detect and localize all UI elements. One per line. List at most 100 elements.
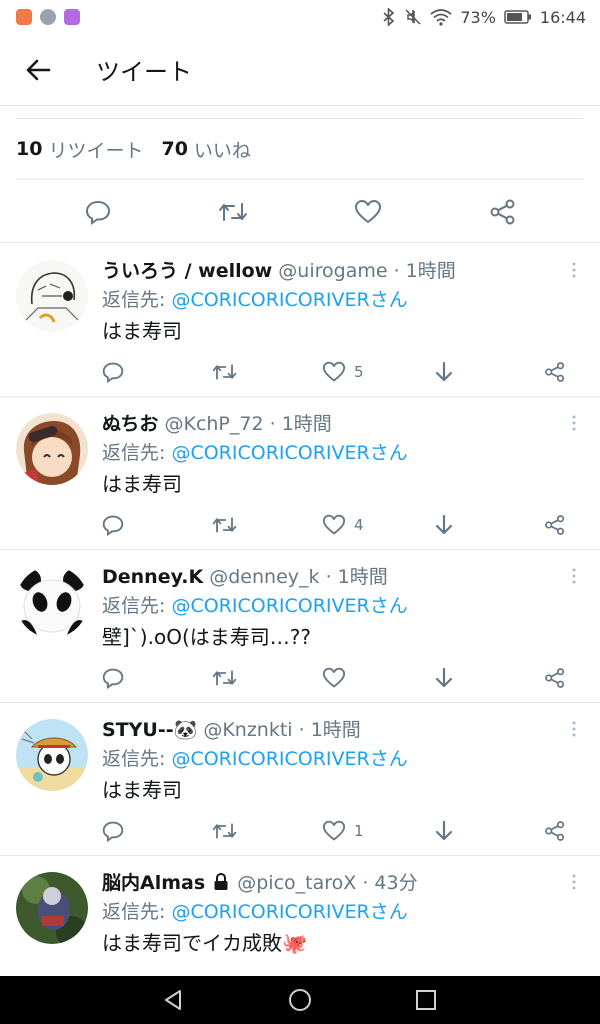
reply-to-mention[interactable]: @CORICORICORIVERさん <box>171 901 407 923</box>
retweet-button[interactable] <box>212 358 237 386</box>
timestamp: · 1時間 <box>325 566 388 588</box>
retweet-button[interactable] <box>212 511 237 539</box>
share-icon <box>545 362 565 382</box>
reply-to-line: 返信先: @CORICORICORIVERさん <box>102 745 564 773</box>
notification-icons <box>16 9 80 25</box>
download-button[interactable] <box>434 664 454 692</box>
more-options-button[interactable] <box>564 566 584 586</box>
retweet-button[interactable] <box>212 664 237 692</box>
avatar[interactable] <box>16 260 88 332</box>
heart-icon <box>322 361 346 382</box>
reply-button[interactable] <box>102 664 124 692</box>
reply-item[interactable]: ういろう / wellow @uirogame · 1時間 返信先: @CORI… <box>0 244 600 397</box>
like-stat[interactable]: 70 いいね <box>161 136 250 163</box>
reply-button[interactable] <box>76 190 120 234</box>
display-name[interactable]: 脳内Almas <box>102 872 205 894</box>
user-handle: @Knznkti <box>203 719 293 741</box>
nav-recents-button[interactable] <box>406 980 446 1020</box>
more-options-button[interactable] <box>564 719 584 739</box>
photo-app-icon <box>40 9 56 25</box>
avatar[interactable] <box>16 413 88 485</box>
retweet-button[interactable] <box>211 190 255 234</box>
display-name[interactable]: ぬちお <box>102 413 158 435</box>
download-button[interactable] <box>434 358 454 386</box>
battery-percent: 73% <box>460 7 496 27</box>
display-name[interactable]: ういろう / wellow <box>102 260 272 282</box>
user-handle: @uirogame <box>278 260 388 282</box>
reply-meta: STYU--🐼 @Knznkti · 1時間 <box>102 717 564 743</box>
reply-icon <box>102 515 124 536</box>
reply-to-line: 返信先: @CORICORICORIVERさん <box>102 439 564 467</box>
avatar-sketch-icon <box>16 260 88 332</box>
reply-to-line: 返信先: @CORICORICORIVERさん <box>102 286 564 314</box>
share-button[interactable] <box>544 511 566 539</box>
avatar-panda-icon <box>16 566 88 638</box>
like-button[interactable]: 5 <box>322 358 364 386</box>
clock: 16:44 <box>539 7 586 27</box>
reply-content: ぬちお @KchP_72 · 1時間 返信先: @CORICORICORIVER… <box>102 411 564 499</box>
retweet-label: リツイート <box>48 139 144 162</box>
reply-item[interactable]: 脳内Almas @pico_taroX · 43分 返信先: @CORICORI… <box>0 856 600 976</box>
timestamp: · 1時間 <box>298 719 361 741</box>
reply-content: STYU--🐼 @Knznkti · 1時間 返信先: @CORICORICOR… <box>102 717 564 805</box>
vertical-dots-icon <box>572 721 576 737</box>
reply-item[interactable]: STYU--🐼 @Knznkti · 1時間 返信先: @CORICORICOR… <box>0 703 600 856</box>
like-button[interactable] <box>322 664 354 692</box>
reply-icon <box>102 362 124 383</box>
like-button[interactable] <box>346 190 390 234</box>
download-button[interactable] <box>434 817 454 845</box>
reply-to-mention[interactable]: @CORICORICORIVERさん <box>171 595 407 617</box>
reply-icon <box>102 821 124 842</box>
vertical-dots-icon <box>572 415 576 431</box>
reply-content: ういろう / wellow @uirogame · 1時間 返信先: @CORI… <box>102 258 564 346</box>
user-handle: @KchP_72 <box>164 413 264 435</box>
reply-button[interactable] <box>102 817 124 845</box>
nav-back-button[interactable] <box>154 980 194 1020</box>
gallery-app-icon <box>64 9 80 25</box>
retweet-stat[interactable]: 10 リツイート <box>16 136 143 163</box>
wifi-icon <box>430 9 452 26</box>
avatar[interactable] <box>16 872 88 944</box>
bluetooth-icon <box>383 8 395 26</box>
more-options-button[interactable] <box>564 413 584 433</box>
share-button[interactable] <box>544 664 566 692</box>
more-options-button[interactable] <box>564 260 584 280</box>
avatar[interactable] <box>16 566 88 638</box>
share-button[interactable] <box>481 190 525 234</box>
nav-home-button[interactable] <box>280 980 320 1020</box>
avatar[interactable] <box>16 719 88 791</box>
display-name[interactable]: Denney.K <box>102 566 203 588</box>
share-button[interactable] <box>544 358 566 386</box>
like-button[interactable]: 1 <box>322 817 364 845</box>
download-button[interactable] <box>434 511 454 539</box>
display-name[interactable]: STYU--🐼 <box>102 719 197 741</box>
timestamp: · 43分 <box>362 872 418 894</box>
retweet-button[interactable] <box>212 817 237 845</box>
timestamp: · 1時間 <box>269 413 332 435</box>
reply-button[interactable] <box>102 358 124 386</box>
back-button[interactable] <box>16 48 60 92</box>
reply-content: Denney.K @denney_k · 1時間 返信先: @CORICORIC… <box>102 564 564 652</box>
retweet-icon <box>218 202 247 221</box>
download-arrow-icon <box>435 820 453 841</box>
reply-meta: Denney.K @denney_k · 1時間 <box>102 564 564 590</box>
reply-to-label: 返信先: <box>102 901 166 923</box>
avatar-figure-photo-icon <box>16 872 88 944</box>
reply-button[interactable] <box>102 511 124 539</box>
reply-to-line: 返信先: @CORICORICORIVERさん <box>102 592 564 620</box>
square-recents-icon <box>416 990 436 1010</box>
reply-item[interactable]: ぬちお @KchP_72 · 1時間 返信先: @CORICORICORIVER… <box>0 397 600 550</box>
vertical-dots-icon <box>572 568 576 584</box>
tweet-text: はま寿司 <box>102 778 182 802</box>
reply-meta: ぬちお @KchP_72 · 1時間 <box>102 411 564 437</box>
reply-to-mention[interactable]: @CORICORICORIVERさん <box>171 442 407 464</box>
system-status: 73% 16:44 <box>382 8 586 27</box>
share-button[interactable] <box>544 817 566 845</box>
retweet-icon <box>212 364 237 380</box>
more-options-button[interactable] <box>564 872 584 892</box>
share-icon <box>490 199 514 224</box>
reply-to-mention[interactable]: @CORICORICORIVERさん <box>171 748 407 770</box>
reply-item[interactable]: Denney.K @denney_k · 1時間 返信先: @CORICORIC… <box>0 550 600 703</box>
reply-to-mention[interactable]: @CORICORICORIVERさん <box>171 289 407 311</box>
like-button[interactable]: 4 <box>322 511 364 539</box>
